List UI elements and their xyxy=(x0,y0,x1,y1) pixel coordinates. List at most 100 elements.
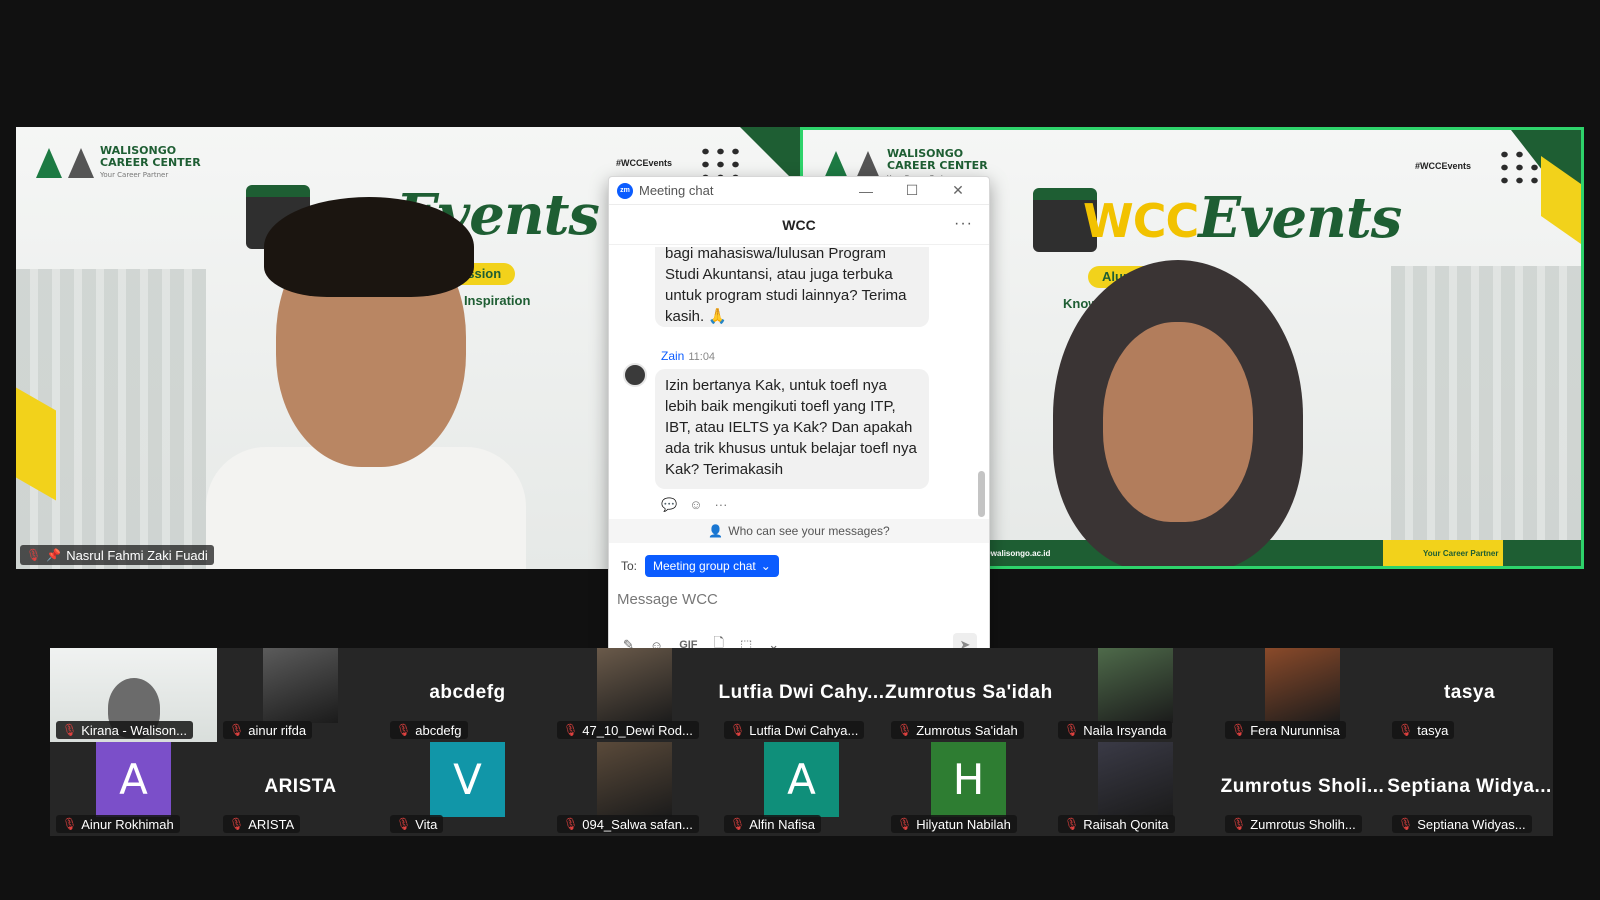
participant-avatar: V xyxy=(430,742,505,817)
meeting-chat-window[interactable]: zm Meeting chat — ☐ ✕ WCC ··· bagi mahas… xyxy=(608,176,990,666)
participant-name-tag: 🎙 Ainur Rokhimah xyxy=(56,815,180,833)
participant-gallery: 🎙 Kirana - Walison... 🎙 ainur rifda abcdefg 🎙… xyxy=(50,648,1553,836)
participant-name-tag: 🎙 Naila Irsyanda xyxy=(1058,721,1173,739)
emoji-react-icon[interactable]: ☺ xyxy=(689,497,702,513)
participant-name-tag: 🎙 ainur rifda xyxy=(223,721,313,739)
to-label: To: xyxy=(621,559,638,573)
message-sender-line: Zain 11:04 xyxy=(661,349,715,363)
participant-tile[interactable]: A 🎙 Ainur Rokhimah xyxy=(50,742,217,836)
recipient-row: To: Meeting group chat ⌄ xyxy=(621,555,779,577)
participant-name: Hilyatun Nabilah xyxy=(916,816,1011,832)
mic-muted-icon: 🎙 xyxy=(396,723,412,737)
message-actions: 💬 ☺ ··· xyxy=(661,497,727,513)
participant-photo xyxy=(597,648,672,723)
recipient-dropdown[interactable]: Meeting group chat ⌄ xyxy=(645,555,779,577)
participant-photo xyxy=(1098,742,1173,817)
participant-tile[interactable]: ARISTA 🎙 ARISTA xyxy=(217,742,384,836)
participant-name: Septiana Widyas... xyxy=(1417,816,1526,832)
participant-display-name: abcdefg xyxy=(429,682,506,703)
participant-tile[interactable]: A 🎙 Alfin Nafisa xyxy=(718,742,885,836)
mic-muted-icon: 🎙 xyxy=(62,817,78,831)
participant-photo xyxy=(263,648,338,723)
participant-display-name: tasya xyxy=(1443,682,1496,703)
chat-titlebar[interactable]: zm Meeting chat — ☐ ✕ xyxy=(609,177,989,205)
mic-muted-icon: 🎙 xyxy=(897,723,913,737)
participant-tile[interactable]: 🎙 094_Salwa safan... xyxy=(551,742,718,836)
participant-tile[interactable]: Lutfia Dwi Cahy... 🎙 Lutfia Dwi Cahya... xyxy=(718,648,885,742)
participant-tile[interactable]: 🎙 Kirana - Walison... xyxy=(50,648,217,742)
participant-avatar: A xyxy=(764,742,839,817)
more-actions-icon[interactable]: ··· xyxy=(714,497,727,513)
message-input[interactable] xyxy=(617,585,981,613)
participant-name-tag: 🎙 Lutfia Dwi Cahya... xyxy=(724,721,865,739)
participant-name: Naila Irsyanda xyxy=(1083,722,1167,738)
mic-muted-icon: 🎙 xyxy=(229,817,245,831)
participant-tile[interactable]: Septiana Widya... 🎙 Septiana Widyas... xyxy=(1386,742,1553,836)
participant-tile[interactable]: 🎙 ainur rifda xyxy=(217,648,384,742)
chat-header: WCC ··· xyxy=(609,205,989,245)
mic-muted-icon: 🎙 xyxy=(563,723,579,737)
participant-tile[interactable]: H 🎙 Hilyatun Nabilah xyxy=(885,742,1052,836)
maximize-icon[interactable]: ☐ xyxy=(889,182,935,199)
footer-site-text: @walisongo.ac.id xyxy=(983,549,1051,558)
chat-message-list[interactable]: bagi mahasiswa/lulusan Program Studi Aku… xyxy=(609,247,975,519)
participant-display-name: Lutfia Dwi Cahy... xyxy=(718,682,885,703)
person-lock-icon: 👤 xyxy=(708,524,724,538)
more-options-icon[interactable]: ··· xyxy=(954,215,973,233)
participant-name: tasya xyxy=(1417,722,1449,738)
participant-name: Ainur Rokhimah xyxy=(81,816,174,832)
recipient-value: Meeting group chat xyxy=(653,559,756,573)
mic-muted-icon: 🎙 xyxy=(26,548,42,562)
participant-tile[interactable]: Zumrotus Sholi... 🎙 Zumrotus Sholih... xyxy=(1219,742,1386,836)
participant-tile[interactable]: V 🎙 Vita xyxy=(384,742,551,836)
participant-name-tag: 🎙 abcdefg xyxy=(390,721,468,739)
mic-muted-icon: 🎙 xyxy=(730,723,746,737)
sender-name[interactable]: Zain xyxy=(661,349,684,363)
privacy-notice[interactable]: 👤 Who can see your messages? xyxy=(609,519,989,543)
participant-tile[interactable]: Zumrotus Sa'idah 🎙 Zumrotus Sa'idah xyxy=(885,648,1052,742)
participant-name-tag: 🎙 Raiisah Qonita xyxy=(1058,815,1175,833)
participant-avatar: H xyxy=(931,742,1006,817)
participant-name: Vita xyxy=(415,816,438,832)
mic-muted-icon: 🎙 xyxy=(1231,817,1247,831)
participant-name: Kirana - Walison... xyxy=(81,722,187,738)
participant-name-tag: 🎙 Hilyatun Nabilah xyxy=(891,815,1017,833)
participant-name: Zumrotus Sholih... xyxy=(1250,816,1356,832)
background-building xyxy=(1391,266,1581,566)
participant-tile[interactable]: tasya 🎙 tasya xyxy=(1386,648,1553,742)
participant-photo xyxy=(597,742,672,817)
participant-photo xyxy=(1265,648,1340,723)
participant-display-name: Zumrotus Sholi... xyxy=(1220,776,1385,797)
participant-tile[interactable]: 🎙 Raiisah Qonita xyxy=(1052,742,1219,836)
participant-name: Lutfia Dwi Cahya... xyxy=(749,722,859,738)
hashtag-text: #WCCEvents xyxy=(616,158,673,168)
participant-tile[interactable]: abcdefg 🎙 abcdefg xyxy=(384,648,551,742)
participant-name: Raiisah Qonita xyxy=(1083,816,1169,832)
chat-message-bubble: bagi mahasiswa/lulusan Program Studi Aku… xyxy=(655,247,929,327)
reply-icon[interactable]: 💬 xyxy=(661,497,677,513)
participant-name: 47_10_Dewi Rod... xyxy=(582,722,693,738)
participant-display-name: ARISTA xyxy=(264,776,337,797)
minimize-icon[interactable]: — xyxy=(843,183,889,199)
participant-tile[interactable]: 🎙 Fera Nurunnisa xyxy=(1219,648,1386,742)
mic-muted-icon: 🎙 xyxy=(396,817,412,831)
participant-name-tag: 🎙 Septiana Widyas... xyxy=(1392,815,1532,833)
participant-name-tag: 🎙 Vita xyxy=(390,815,444,833)
chevron-down-icon: ⌄ xyxy=(760,559,771,573)
participant-name: ARISTA xyxy=(248,816,295,832)
message-time: 11:04 xyxy=(688,351,716,363)
participant-name-tag: 🎙 Kirana - Walison... xyxy=(56,721,193,739)
chat-scrollbar[interactable] xyxy=(978,471,985,517)
sender-avatar xyxy=(623,363,647,387)
participant-video-person xyxy=(1053,260,1303,566)
participant-tile[interactable]: 🎙 47_10_Dewi Rod... xyxy=(551,648,718,742)
mic-muted-icon: 🎙 xyxy=(563,817,579,831)
close-icon[interactable]: ✕ xyxy=(935,182,981,199)
participant-name: Alfin Nafisa xyxy=(749,816,815,832)
events-title: WCCEvents xyxy=(1083,185,1402,251)
participant-video-person xyxy=(196,197,536,569)
zoom-logo-icon: zm xyxy=(617,182,633,199)
participant-display-name: Septiana Widya... xyxy=(1387,776,1552,797)
participant-name-tag: 🎙 47_10_Dewi Rod... xyxy=(557,721,699,739)
participant-tile[interactable]: 🎙 Naila Irsyanda xyxy=(1052,648,1219,742)
